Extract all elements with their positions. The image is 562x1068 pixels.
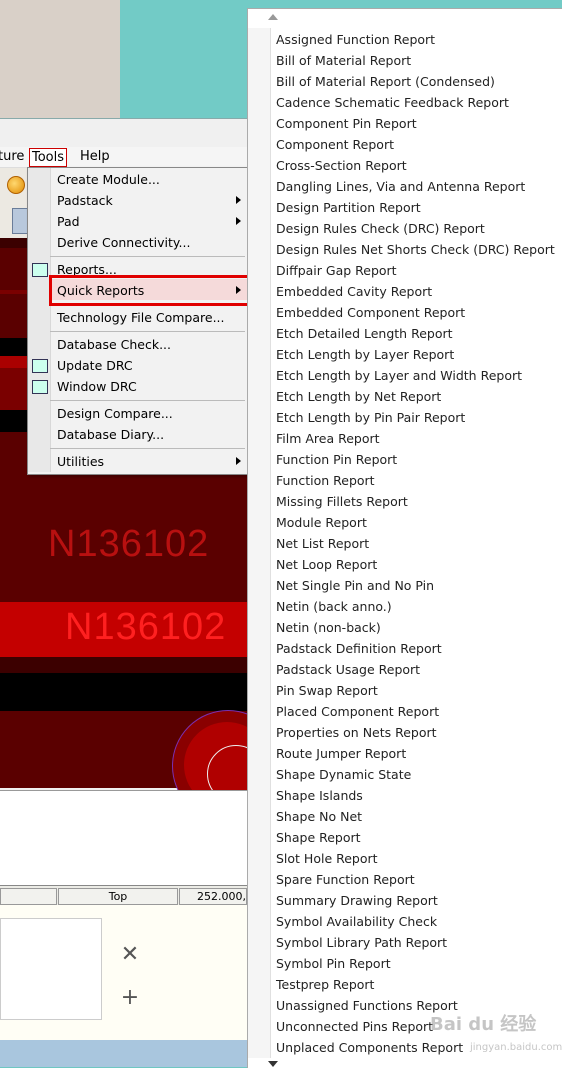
menu-item-design-compare[interactable]: Design Compare... xyxy=(57,404,173,424)
toolbar-refresh-icon[interactable] xyxy=(7,176,25,194)
trace-black xyxy=(0,673,247,711)
menu-help[interactable]: Help xyxy=(78,148,112,165)
submenu-arrow-icon xyxy=(236,196,241,204)
quick-report-item[interactable]: Slot Hole Report xyxy=(276,848,378,869)
quick-report-item[interactable]: Design Rules Check (DRC) Report xyxy=(276,218,485,239)
quick-report-item[interactable]: Cadence Schematic Feedback Report xyxy=(276,92,509,113)
menu-item-update-drc[interactable]: Update DRC xyxy=(57,356,133,376)
menu-item-database-check[interactable]: Database Check... xyxy=(57,335,171,355)
menu-item-window-drc[interactable]: Window DRC xyxy=(57,377,137,397)
quick-report-item[interactable]: Component Pin Report xyxy=(276,113,417,134)
menu-separator xyxy=(50,331,245,332)
quick-report-item[interactable]: Function Pin Report xyxy=(276,449,397,470)
quick-report-item[interactable]: Cross-Section Report xyxy=(276,155,407,176)
menu-item-technology-file-compare[interactable]: Technology File Compare... xyxy=(57,308,225,328)
status-cell xyxy=(0,888,57,905)
side-panel-content xyxy=(0,918,102,1020)
quick-report-item[interactable]: Padstack Definition Report xyxy=(276,638,442,659)
status-layer: Top xyxy=(58,888,178,905)
menubar: ture Tools Help xyxy=(0,147,247,168)
net-label: N136102 xyxy=(48,523,210,565)
submenu-arrow-icon xyxy=(236,457,241,465)
quick-report-item[interactable]: Missing Fillets Report xyxy=(276,491,408,512)
quick-report-item[interactable]: Route Jumper Report xyxy=(276,743,406,764)
quick-report-item[interactable]: Padstack Usage Report xyxy=(276,659,420,680)
menu-tools[interactable]: Tools xyxy=(29,148,68,167)
quick-report-item[interactable]: Component Report xyxy=(276,134,394,155)
command-panel[interactable] xyxy=(0,790,247,886)
menu-item-utilities[interactable]: Utilities xyxy=(57,452,104,472)
quick-report-item[interactable]: Shape Dynamic State xyxy=(276,764,411,785)
plus-icon[interactable]: + xyxy=(119,985,141,1010)
net-label: N136102 xyxy=(65,606,227,648)
quick-report-item[interactable]: Symbol Library Path Report xyxy=(276,932,447,953)
quick-report-item[interactable]: Shape Report xyxy=(276,827,361,848)
quick-report-item[interactable]: Shape No Net xyxy=(276,806,362,827)
background-wall xyxy=(0,0,120,118)
quick-report-item[interactable]: Unconnected Pins Report xyxy=(276,1016,433,1037)
menu-separator xyxy=(50,400,245,401)
quick-report-item[interactable]: Symbol Pin Report xyxy=(276,953,391,974)
quick-report-item[interactable]: Etch Length by Layer Report xyxy=(276,344,454,365)
quick-report-item[interactable]: Dangling Lines, Via and Antenna Report xyxy=(276,176,525,197)
toolbar-grid-icon[interactable] xyxy=(12,208,28,234)
menu-separator xyxy=(50,448,245,449)
window-drc-icon xyxy=(32,380,48,394)
quick-report-item[interactable]: Netin (back anno.) xyxy=(276,596,392,617)
quick-report-item[interactable]: Summary Drawing Report xyxy=(276,890,438,911)
quick-report-item[interactable]: Spare Function Report xyxy=(276,869,415,890)
menu-separator xyxy=(50,256,245,257)
annotation-highlight-box xyxy=(49,275,256,306)
quick-report-item[interactable]: Etch Length by Pin Pair Report xyxy=(276,407,465,428)
watermark-logo: Bai du 经验 xyxy=(430,1014,537,1035)
canvas-band xyxy=(0,657,247,673)
quick-report-item[interactable]: Placed Component Report xyxy=(276,701,439,722)
watermark-url: jingyan.baidu.com xyxy=(470,1042,562,1053)
quick-report-item[interactable]: Etch Length by Net Report xyxy=(276,386,441,407)
quick-report-item[interactable]: Assigned Function Report xyxy=(276,29,435,50)
menu-structure[interactable]: ture xyxy=(0,148,26,165)
quick-report-item[interactable]: Pin Swap Report xyxy=(276,680,378,701)
quick-report-item[interactable]: Net Loop Report xyxy=(276,554,377,575)
quick-report-item[interactable]: Symbol Availability Check xyxy=(276,911,437,932)
quick-report-item[interactable]: Embedded Component Report xyxy=(276,302,465,323)
menu-item-derive-connectivity[interactable]: Derive Connectivity... xyxy=(57,233,190,253)
quick-report-item[interactable]: Net List Report xyxy=(276,533,369,554)
quick-report-item[interactable]: Module Report xyxy=(276,512,367,533)
submenu-arrow-icon xyxy=(236,217,241,225)
quick-report-item[interactable]: Net Single Pin and No Pin xyxy=(276,575,434,596)
reports-icon xyxy=(32,263,48,277)
menu-item-create-module[interactable]: Create Module... xyxy=(57,170,160,190)
quick-report-item[interactable]: Diffpair Gap Report xyxy=(276,260,397,281)
quick-report-item[interactable]: Etch Detailed Length Report xyxy=(276,323,453,344)
quick-report-item[interactable]: Embedded Cavity Report xyxy=(276,281,432,302)
quick-report-item[interactable]: Design Partition Report xyxy=(276,197,421,218)
scroll-up-icon[interactable] xyxy=(268,14,278,20)
quick-report-item[interactable]: Bill of Material Report xyxy=(276,50,411,71)
statusbar: Top 252.000, xyxy=(0,885,247,906)
quick-report-item[interactable]: Netin (non-back) xyxy=(276,617,381,638)
status-coordinates: 252.000, xyxy=(179,888,247,905)
quick-report-item[interactable]: Etch Length by Layer and Width Report xyxy=(276,365,522,386)
quick-report-item[interactable]: Properties on Nets Report xyxy=(276,722,437,743)
menu-item-padstack[interactable]: Padstack xyxy=(57,191,113,211)
quick-report-item[interactable]: Unplaced Components Report xyxy=(276,1037,463,1058)
submenu-gutter xyxy=(248,28,271,1058)
update-drc-icon xyxy=(32,359,48,373)
quick-report-item[interactable]: Testprep Report xyxy=(276,974,374,995)
quick-report-item[interactable]: Shape Islands xyxy=(276,785,363,806)
quick-report-item[interactable]: Bill of Material Report (Condensed) xyxy=(276,71,495,92)
quick-report-item[interactable]: Design Rules Net Shorts Check (DRC) Repo… xyxy=(276,239,555,260)
tools-menu-gutter xyxy=(28,168,51,472)
menu-item-pad[interactable]: Pad xyxy=(57,212,80,232)
menu-item-database-diary[interactable]: Database Diary... xyxy=(57,425,164,445)
quick-report-item[interactable]: Function Report xyxy=(276,470,375,491)
close-icon[interactable]: ✕ xyxy=(119,942,141,967)
quick-report-item[interactable]: Film Area Report xyxy=(276,428,380,449)
scroll-down-icon[interactable] xyxy=(268,1061,278,1067)
